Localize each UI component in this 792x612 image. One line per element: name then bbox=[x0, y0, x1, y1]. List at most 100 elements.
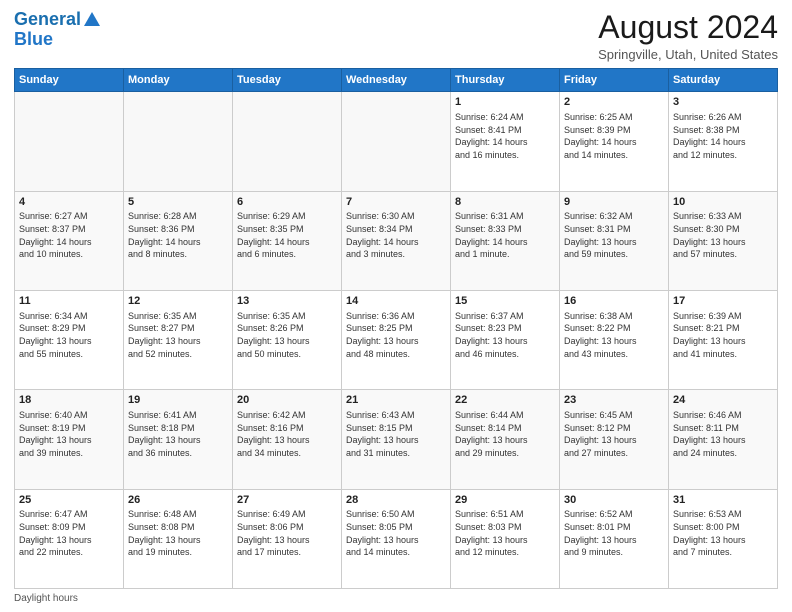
calendar-cell: 28Sunrise: 6:50 AMSunset: 8:05 PMDayligh… bbox=[342, 489, 451, 588]
day-number: 13 bbox=[237, 294, 337, 309]
calendar-cell: 20Sunrise: 6:42 AMSunset: 8:16 PMDayligh… bbox=[233, 390, 342, 489]
calendar-cell: 24Sunrise: 6:46 AMSunset: 8:11 PMDayligh… bbox=[669, 390, 778, 489]
day-number: 19 bbox=[128, 393, 228, 408]
day-number: 14 bbox=[346, 294, 446, 309]
calendar-cell bbox=[15, 92, 124, 191]
day-number: 21 bbox=[346, 393, 446, 408]
day-info: Sunrise: 6:51 AMSunset: 8:03 PMDaylight:… bbox=[455, 508, 555, 558]
day-info: Sunrise: 6:24 AMSunset: 8:41 PMDaylight:… bbox=[455, 111, 555, 161]
calendar-cell: 31Sunrise: 6:53 AMSunset: 8:00 PMDayligh… bbox=[669, 489, 778, 588]
calendar-week-2: 4Sunrise: 6:27 AMSunset: 8:37 PMDaylight… bbox=[15, 191, 778, 290]
day-number: 11 bbox=[19, 294, 119, 309]
day-info: Sunrise: 6:37 AMSunset: 8:23 PMDaylight:… bbox=[455, 310, 555, 360]
day-info: Sunrise: 6:25 AMSunset: 8:39 PMDaylight:… bbox=[564, 111, 664, 161]
page: General Blue August 2024 Springville, Ut… bbox=[0, 0, 792, 612]
calendar-cell: 14Sunrise: 6:36 AMSunset: 8:25 PMDayligh… bbox=[342, 290, 451, 389]
day-info: Sunrise: 6:50 AMSunset: 8:05 PMDaylight:… bbox=[346, 508, 446, 558]
day-number: 18 bbox=[19, 393, 119, 408]
col-saturday: Saturday bbox=[669, 69, 778, 92]
calendar-cell: 26Sunrise: 6:48 AMSunset: 8:08 PMDayligh… bbox=[124, 489, 233, 588]
calendar-table: Sunday Monday Tuesday Wednesday Thursday… bbox=[14, 68, 778, 589]
col-wednesday: Wednesday bbox=[342, 69, 451, 92]
day-info: Sunrise: 6:44 AMSunset: 8:14 PMDaylight:… bbox=[455, 409, 555, 459]
col-sunday: Sunday bbox=[15, 69, 124, 92]
calendar-cell: 12Sunrise: 6:35 AMSunset: 8:27 PMDayligh… bbox=[124, 290, 233, 389]
day-info: Sunrise: 6:42 AMSunset: 8:16 PMDaylight:… bbox=[237, 409, 337, 459]
col-tuesday: Tuesday bbox=[233, 69, 342, 92]
day-number: 15 bbox=[455, 294, 555, 309]
calendar-cell: 18Sunrise: 6:40 AMSunset: 8:19 PMDayligh… bbox=[15, 390, 124, 489]
calendar-cell bbox=[342, 92, 451, 191]
month-title: August 2024 bbox=[598, 10, 778, 45]
calendar-cell: 19Sunrise: 6:41 AMSunset: 8:18 PMDayligh… bbox=[124, 390, 233, 489]
day-number: 16 bbox=[564, 294, 664, 309]
calendar-cell: 5Sunrise: 6:28 AMSunset: 8:36 PMDaylight… bbox=[124, 191, 233, 290]
day-info: Sunrise: 6:35 AMSunset: 8:26 PMDaylight:… bbox=[237, 310, 337, 360]
calendar-cell: 23Sunrise: 6:45 AMSunset: 8:12 PMDayligh… bbox=[560, 390, 669, 489]
day-number: 1 bbox=[455, 95, 555, 110]
calendar-cell: 11Sunrise: 6:34 AMSunset: 8:29 PMDayligh… bbox=[15, 290, 124, 389]
calendar-cell: 16Sunrise: 6:38 AMSunset: 8:22 PMDayligh… bbox=[560, 290, 669, 389]
title-section: August 2024 Springville, Utah, United St… bbox=[598, 10, 778, 62]
day-info: Sunrise: 6:33 AMSunset: 8:30 PMDaylight:… bbox=[673, 210, 773, 260]
calendar-cell: 13Sunrise: 6:35 AMSunset: 8:26 PMDayligh… bbox=[233, 290, 342, 389]
day-info: Sunrise: 6:26 AMSunset: 8:38 PMDaylight:… bbox=[673, 111, 773, 161]
day-number: 30 bbox=[564, 493, 664, 508]
day-info: Sunrise: 6:29 AMSunset: 8:35 PMDaylight:… bbox=[237, 210, 337, 260]
calendar-cell: 2Sunrise: 6:25 AMSunset: 8:39 PMDaylight… bbox=[560, 92, 669, 191]
day-info: Sunrise: 6:45 AMSunset: 8:12 PMDaylight:… bbox=[564, 409, 664, 459]
calendar-cell: 25Sunrise: 6:47 AMSunset: 8:09 PMDayligh… bbox=[15, 489, 124, 588]
day-number: 26 bbox=[128, 493, 228, 508]
logo-triangle-icon bbox=[84, 12, 100, 26]
calendar-cell: 30Sunrise: 6:52 AMSunset: 8:01 PMDayligh… bbox=[560, 489, 669, 588]
day-number: 2 bbox=[564, 95, 664, 110]
day-info: Sunrise: 6:48 AMSunset: 8:08 PMDaylight:… bbox=[128, 508, 228, 558]
calendar-week-3: 11Sunrise: 6:34 AMSunset: 8:29 PMDayligh… bbox=[15, 290, 778, 389]
footer: Daylight hours bbox=[14, 593, 778, 604]
day-info: Sunrise: 6:31 AMSunset: 8:33 PMDaylight:… bbox=[455, 210, 555, 260]
day-info: Sunrise: 6:47 AMSunset: 8:09 PMDaylight:… bbox=[19, 508, 119, 558]
calendar-week-4: 18Sunrise: 6:40 AMSunset: 8:19 PMDayligh… bbox=[15, 390, 778, 489]
logo-text-blue: Blue bbox=[14, 30, 53, 50]
day-info: Sunrise: 6:46 AMSunset: 8:11 PMDaylight:… bbox=[673, 409, 773, 459]
calendar-cell: 15Sunrise: 6:37 AMSunset: 8:23 PMDayligh… bbox=[451, 290, 560, 389]
calendar-week-1: 1Sunrise: 6:24 AMSunset: 8:41 PMDaylight… bbox=[15, 92, 778, 191]
day-info: Sunrise: 6:27 AMSunset: 8:37 PMDaylight:… bbox=[19, 210, 119, 260]
day-number: 3 bbox=[673, 95, 773, 110]
calendar-cell: 27Sunrise: 6:49 AMSunset: 8:06 PMDayligh… bbox=[233, 489, 342, 588]
day-number: 24 bbox=[673, 393, 773, 408]
logo: General Blue bbox=[14, 10, 100, 50]
day-number: 8 bbox=[455, 195, 555, 210]
calendar-cell: 3Sunrise: 6:26 AMSunset: 8:38 PMDaylight… bbox=[669, 92, 778, 191]
calendar-cell: 8Sunrise: 6:31 AMSunset: 8:33 PMDaylight… bbox=[451, 191, 560, 290]
day-number: 23 bbox=[564, 393, 664, 408]
calendar: Sunday Monday Tuesday Wednesday Thursday… bbox=[14, 68, 778, 589]
calendar-cell: 7Sunrise: 6:30 AMSunset: 8:34 PMDaylight… bbox=[342, 191, 451, 290]
day-info: Sunrise: 6:39 AMSunset: 8:21 PMDaylight:… bbox=[673, 310, 773, 360]
calendar-cell: 4Sunrise: 6:27 AMSunset: 8:37 PMDaylight… bbox=[15, 191, 124, 290]
day-number: 22 bbox=[455, 393, 555, 408]
calendar-cell: 21Sunrise: 6:43 AMSunset: 8:15 PMDayligh… bbox=[342, 390, 451, 489]
calendar-cell: 17Sunrise: 6:39 AMSunset: 8:21 PMDayligh… bbox=[669, 290, 778, 389]
day-number: 25 bbox=[19, 493, 119, 508]
day-info: Sunrise: 6:43 AMSunset: 8:15 PMDaylight:… bbox=[346, 409, 446, 459]
day-info: Sunrise: 6:28 AMSunset: 8:36 PMDaylight:… bbox=[128, 210, 228, 260]
day-number: 17 bbox=[673, 294, 773, 309]
calendar-cell: 9Sunrise: 6:32 AMSunset: 8:31 PMDaylight… bbox=[560, 191, 669, 290]
day-info: Sunrise: 6:41 AMSunset: 8:18 PMDaylight:… bbox=[128, 409, 228, 459]
day-number: 7 bbox=[346, 195, 446, 210]
calendar-cell: 10Sunrise: 6:33 AMSunset: 8:30 PMDayligh… bbox=[669, 191, 778, 290]
day-number: 27 bbox=[237, 493, 337, 508]
calendar-cell: 6Sunrise: 6:29 AMSunset: 8:35 PMDaylight… bbox=[233, 191, 342, 290]
day-number: 29 bbox=[455, 493, 555, 508]
calendar-cell bbox=[233, 92, 342, 191]
day-info: Sunrise: 6:30 AMSunset: 8:34 PMDaylight:… bbox=[346, 210, 446, 260]
location: Springville, Utah, United States bbox=[598, 47, 778, 62]
day-info: Sunrise: 6:52 AMSunset: 8:01 PMDaylight:… bbox=[564, 508, 664, 558]
day-number: 4 bbox=[19, 195, 119, 210]
day-number: 20 bbox=[237, 393, 337, 408]
col-friday: Friday bbox=[560, 69, 669, 92]
calendar-header-row: Sunday Monday Tuesday Wednesday Thursday… bbox=[15, 69, 778, 92]
col-monday: Monday bbox=[124, 69, 233, 92]
col-thursday: Thursday bbox=[451, 69, 560, 92]
